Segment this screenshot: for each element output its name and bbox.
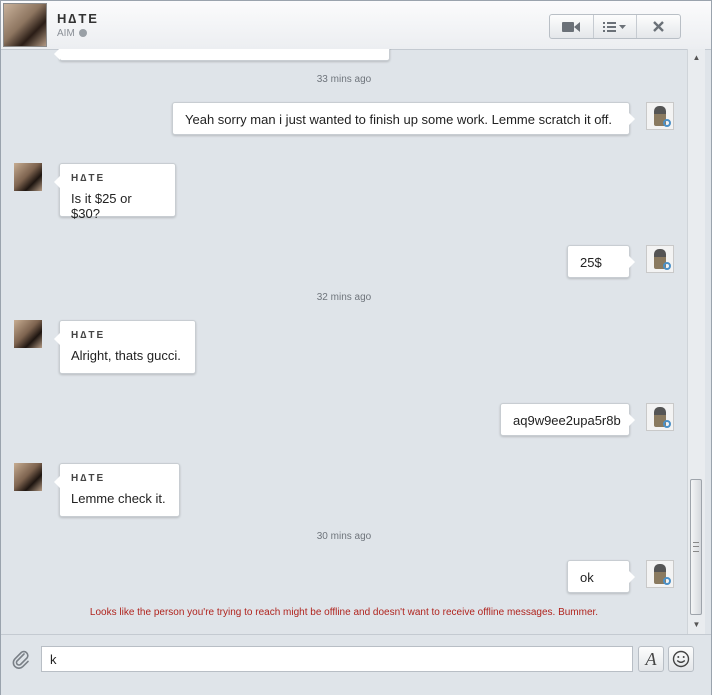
timestamp: 33 mins ago	[316, 74, 372, 85]
my-avatar	[646, 560, 674, 588]
video-camera-icon	[562, 21, 581, 32]
my-avatar	[646, 245, 674, 273]
message-text: Is it $25 or $30?	[71, 191, 132, 221]
message-input[interactable]	[41, 646, 633, 672]
my-avatar	[646, 102, 674, 130]
message-text: Yeah sorry man i just wanted to finish u…	[185, 112, 613, 127]
message-bubble-outgoing: aq9w9ee2upa5r8b	[500, 403, 635, 436]
contact-avatar-small	[14, 463, 42, 491]
close-chat-button[interactable]	[637, 15, 680, 38]
message-bubble-partial	[54, 49, 390, 61]
contact-avatar-small	[14, 163, 42, 191]
presence-dot-icon	[78, 29, 87, 37]
options-menu-button[interactable]	[594, 15, 638, 38]
grip-icon	[693, 542, 699, 552]
attach-file-button[interactable]	[11, 649, 31, 669]
scrollbar-thumb[interactable]	[690, 479, 702, 615]
message-text: Alright, thats gucci.	[71, 348, 181, 363]
timestamp: 30 mins ago	[316, 531, 372, 542]
paperclip-icon	[12, 650, 29, 669]
header-button-group	[549, 14, 681, 39]
scroll-up-arrow-icon[interactable]: ▲	[688, 51, 705, 65]
message-bubble-incoming: H∆TE Is it $25 or $30?	[54, 163, 176, 221]
chat-window: H∆TE AIM 33 mins ago Yeah sorry man i ju…	[0, 0, 712, 695]
sender-name: H∆TE	[71, 330, 106, 341]
message-bubble-outgoing: ok	[567, 560, 635, 593]
scroll-down-arrow-icon[interactable]: ▼	[688, 618, 705, 632]
sender-name: H∆TE	[71, 473, 106, 484]
close-icon	[653, 21, 665, 32]
message-list[interactable]: 33 mins ago Yeah sorry man i just wanted…	[1, 49, 687, 634]
contact-service: AIM	[57, 28, 87, 39]
list-menu-icon	[603, 21, 626, 32]
composer-bar: A	[1, 634, 711, 695]
message-bubble-incoming: H∆TE Lemme check it.	[54, 463, 180, 517]
service-label: AIM	[57, 28, 75, 39]
contact-avatar-small	[14, 320, 42, 348]
font-style-button[interactable]: A	[638, 646, 664, 672]
contact-avatar[interactable]	[3, 3, 47, 47]
message-text: ok	[580, 570, 594, 585]
message-text: Lemme check it.	[71, 491, 166, 506]
message-text: 25$	[580, 255, 602, 270]
message-list-scrollbar[interactable]: ▲ ▼	[687, 49, 705, 634]
font-style-icon: A	[645, 648, 657, 669]
message-bubble-outgoing: Yeah sorry man i just wanted to finish u…	[172, 102, 635, 135]
message-bubble-outgoing: 25$	[567, 245, 635, 278]
chat-header: H∆TE AIM	[1, 1, 711, 50]
smiley-icon	[672, 650, 690, 668]
video-call-button[interactable]	[550, 15, 594, 38]
sender-name: H∆TE	[71, 173, 106, 184]
my-avatar	[646, 403, 674, 431]
contact-name: H∆TE	[57, 11, 99, 26]
message-text: aq9w9ee2upa5r8b	[513, 413, 621, 428]
message-bubble-incoming: H∆TE Alright, thats gucci.	[54, 320, 196, 374]
timestamp: 32 mins ago	[316, 292, 372, 303]
emoji-button[interactable]	[668, 646, 694, 672]
offline-notice: Looks like the person you're trying to r…	[89, 607, 599, 618]
